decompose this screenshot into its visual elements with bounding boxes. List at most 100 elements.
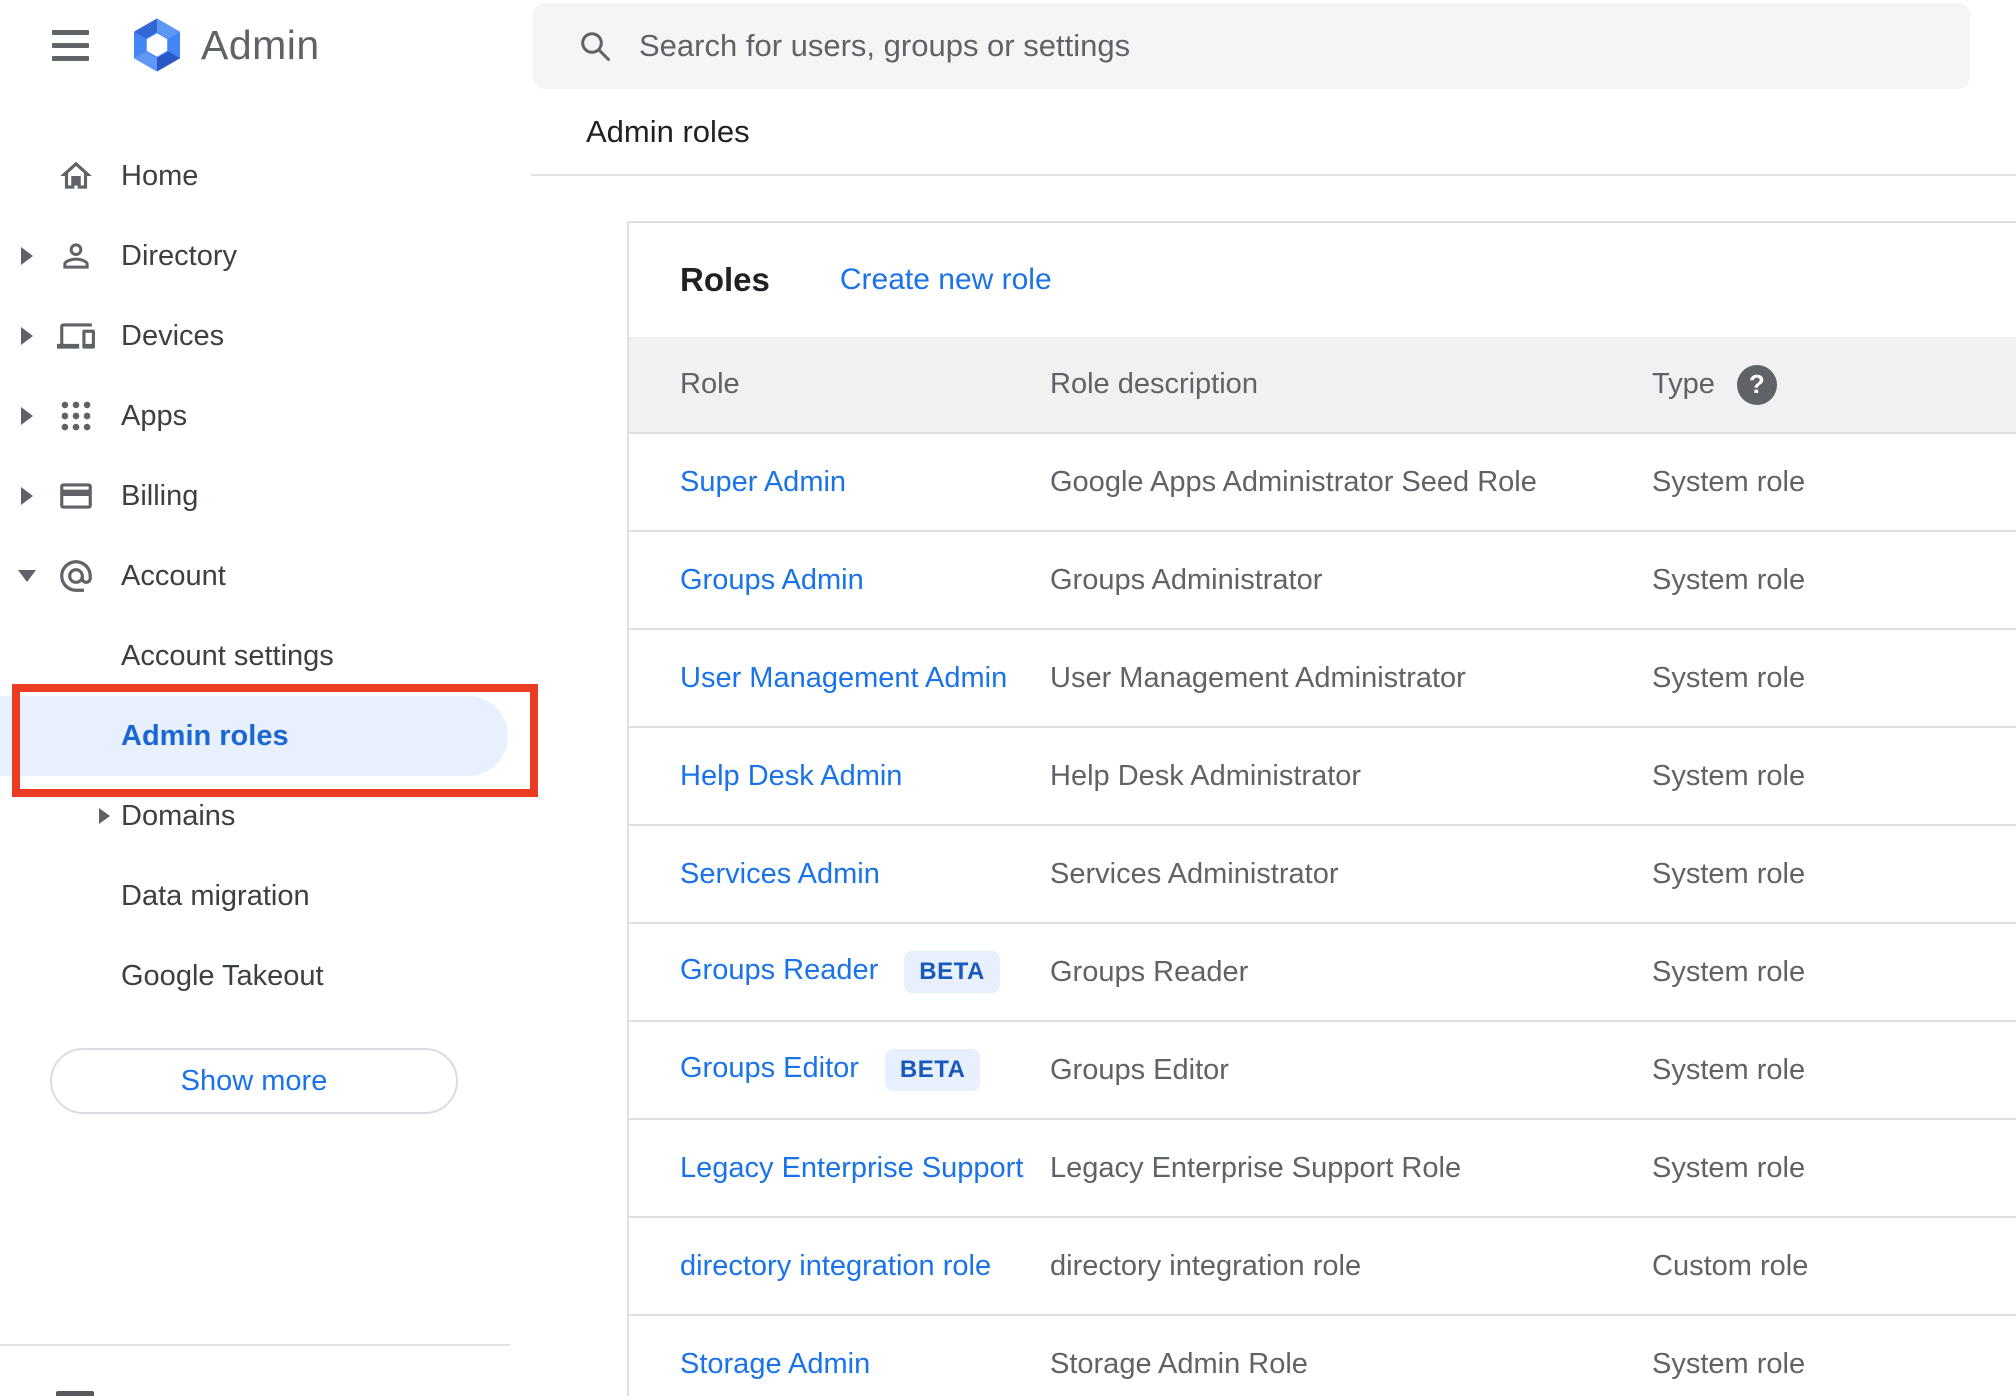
role-type: Custom role <box>1652 1249 1809 1282</box>
role-description: Storage Admin Role <box>1050 1348 1308 1380</box>
sidebar-item-label: Apps <box>121 399 188 432</box>
sidebar-footer-divider <box>0 1344 510 1346</box>
role-link[interactable]: User Management Admin <box>680 662 1007 694</box>
sidebar-item-label: Data migration <box>121 879 310 912</box>
role-link[interactable]: Help Desk Admin <box>680 760 902 792</box>
role-type: System role <box>1652 759 1806 792</box>
table-row: Groups Editor BETA Groups Editor System rol… <box>629 1021 2016 1119</box>
chevron-right-icon[interactable] <box>99 808 110 824</box>
role-description: Legacy Enterprise Support Role <box>1050 1151 1462 1184</box>
role-type: System role <box>1652 955 1806 988</box>
role-description: Groups Editor <box>1050 1053 1229 1086</box>
breadcrumb-bar: Admin roles <box>531 89 2016 176</box>
sidebar-item-label: Billing <box>121 479 199 512</box>
table-row: Groups Admin Groups Administrator System r… <box>629 531 2016 629</box>
role-type: System role <box>1652 1053 1806 1086</box>
breadcrumb: Admin roles <box>586 113 750 149</box>
credit-card-icon <box>57 477 95 515</box>
sidebar-item-data-migration[interactable]: Data migration <box>0 856 531 936</box>
sidebar-item-billing[interactable]: Billing <box>0 456 531 536</box>
sidebar-item-label: Admin roles <box>121 719 289 752</box>
column-header-role: Role <box>680 368 740 400</box>
sidebar-item-label: Home <box>121 159 199 192</box>
help-icon[interactable]: ? <box>1736 364 1777 405</box>
table-row: Help Desk Admin Help Desk Administrator Sy… <box>629 727 2016 825</box>
role-type: System role <box>1652 1151 1806 1184</box>
chevron-right-icon[interactable] <box>21 407 33 425</box>
role-link[interactable]: Storage Admin <box>680 1348 870 1380</box>
role-link[interactable]: Legacy Enterprise Support <box>680 1152 1023 1184</box>
column-header-type-label: Type <box>1652 368 1715 400</box>
role-type: System role <box>1652 857 1806 890</box>
devices-icon <box>57 317 95 355</box>
role-type: System role <box>1652 563 1806 596</box>
role-description: Google Apps Administrator Seed Role <box>1050 465 1537 498</box>
chevron-right-icon[interactable] <box>21 487 33 505</box>
sidebar-item-directory[interactable]: Directory <box>0 216 531 296</box>
role-link[interactable]: Groups Editor <box>680 1052 859 1084</box>
role-link[interactable]: Services Admin <box>680 858 880 890</box>
search-icon <box>581 32 610 61</box>
sidebar: Admin Home Directory Devices Apps Billin… <box>0 0 531 1396</box>
role-link[interactable]: Groups Reader <box>680 954 878 986</box>
role-type: System role <box>1652 465 1806 498</box>
admin-logo-icon <box>134 18 180 72</box>
sidebar-item-google-takeout[interactable]: Google Takeout <box>0 936 531 1016</box>
role-type: System role <box>1652 1348 1806 1380</box>
create-new-role-link[interactable]: Create new role <box>840 263 1052 297</box>
table-row: Services Admin Services Administrator Syst… <box>629 825 2016 923</box>
sidebar-header: Admin <box>0 0 531 90</box>
support-icon <box>56 1391 94 1396</box>
sidebar-item-home[interactable]: Home <box>0 136 531 216</box>
roles-card-header: Roles Create new role <box>629 223 2016 337</box>
chevron-right-icon[interactable] <box>21 247 33 265</box>
role-description: directory integration role <box>1050 1249 1362 1282</box>
sidebar-item-label: Account settings <box>121 639 334 672</box>
sidebar-item-account[interactable]: Account <box>0 536 531 616</box>
panel-title: Roles <box>680 261 770 298</box>
at-sign-icon <box>57 557 95 595</box>
table-header-row: Role Role description Type ? <box>629 337 2016 433</box>
table-row: Super Admin Google Apps Administrator See… <box>629 433 2016 531</box>
column-header-description: Role description <box>1050 368 1258 400</box>
table-row: User Management Admin User Management Adm… <box>629 629 2016 727</box>
sidebar-item-label: Account <box>121 559 226 592</box>
search-bar <box>533 3 1970 89</box>
sidebar-item-account-settings[interactable]: Account settings <box>0 616 531 696</box>
table-row: Legacy Enterprise Support Legacy Enterpri… <box>629 1119 2016 1217</box>
chevron-right-icon[interactable] <box>21 327 33 345</box>
sidebar-item-admin-roles[interactable]: Admin roles <box>0 696 508 776</box>
show-more-button[interactable]: Show more <box>50 1048 458 1114</box>
sidebar-item-label: Domains <box>121 799 236 832</box>
sidebar-item-label: Devices <box>121 319 225 352</box>
role-description: User Management Administrator <box>1050 661 1466 694</box>
role-type: System role <box>1652 661 1806 694</box>
table-row: directory integration role directory inte… <box>629 1217 2016 1315</box>
role-description: Help Desk Administrator <box>1050 759 1362 792</box>
main-content: Admin roles Roles Create new role Role R… <box>531 0 2016 1396</box>
search-input[interactable] <box>639 28 1839 64</box>
sidebar-item-label: Directory <box>121 239 238 272</box>
roles-table: Role Role description Type ? Super Admin… <box>629 337 2016 1396</box>
sidebar-item-domains[interactable]: Domains <box>0 776 531 856</box>
column-header-type: Type ? <box>1652 337 2016 433</box>
sidebar-item-apps[interactable]: Apps <box>0 376 531 456</box>
admin-console: Admin Home Directory Devices Apps Billin… <box>0 0 2016 1396</box>
role-link[interactable]: Super Admin <box>680 466 846 498</box>
person-icon <box>57 237 95 275</box>
sidebar-item-label: Google Takeout <box>121 959 324 992</box>
chevron-down-icon[interactable] <box>18 570 36 582</box>
role-description: Groups Reader <box>1050 955 1249 988</box>
role-link[interactable]: directory integration role <box>680 1250 991 1282</box>
table-row: Groups Reader BETA Groups Reader System rol… <box>629 923 2016 1021</box>
role-link[interactable]: Groups Admin <box>680 564 864 596</box>
role-description: Groups Administrator <box>1050 563 1323 596</box>
beta-badge: BETA <box>884 1049 981 1091</box>
menu-icon[interactable] <box>52 29 89 61</box>
sidebar-item-devices[interactable]: Devices <box>0 296 531 376</box>
app-title: Admin <box>201 21 320 68</box>
home-icon <box>57 157 95 195</box>
sidebar-nav: Home Directory Devices Apps Billing Acco… <box>0 136 531 1114</box>
role-description: Services Administrator <box>1050 857 1339 890</box>
roles-card: Roles Create new role Role Role descript… <box>627 221 2016 1396</box>
